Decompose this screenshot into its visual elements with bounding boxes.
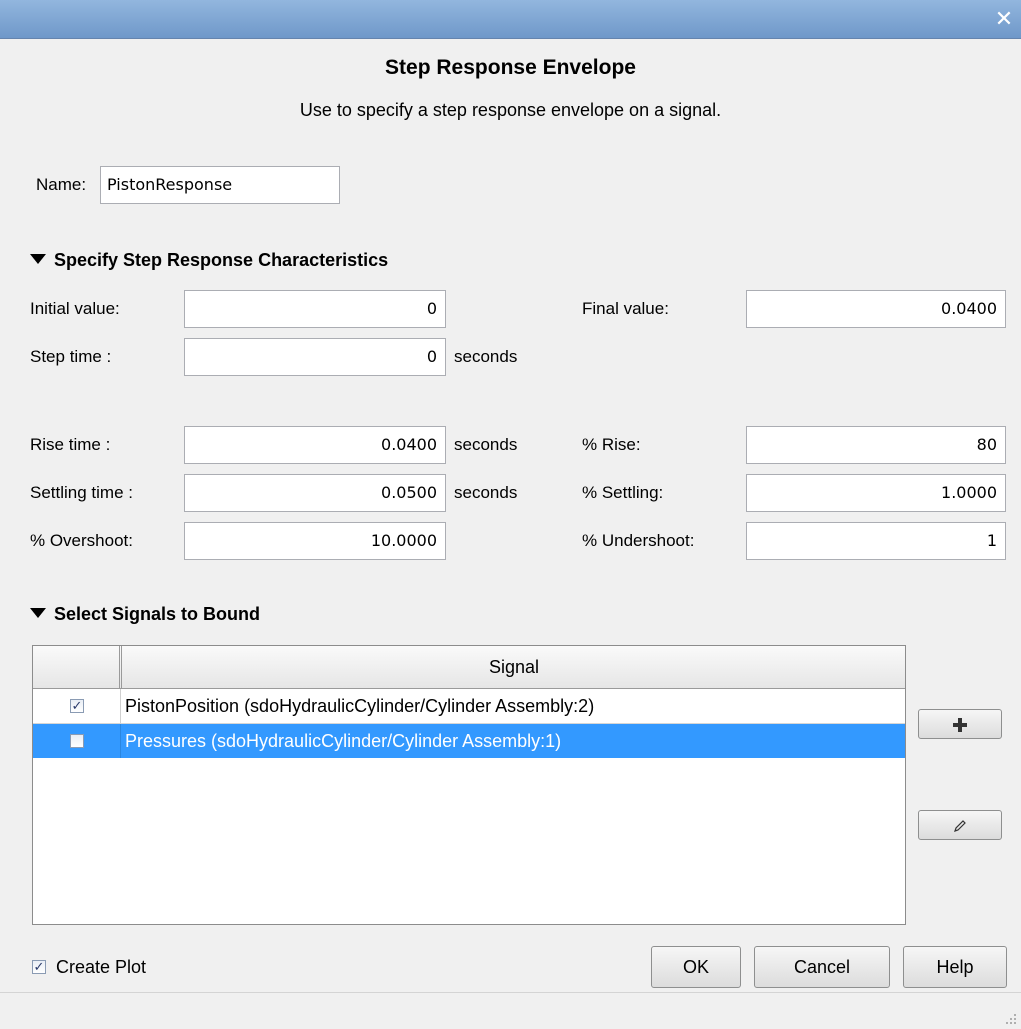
table-row[interactable]: ✓ PistonPosition (sdoHydraulicCylinder/C… bbox=[33, 689, 905, 724]
step-time-unit: seconds bbox=[454, 347, 518, 366]
expand-triangle-icon bbox=[30, 254, 46, 264]
percent-overshoot-field[interactable]: 10.0000 bbox=[184, 522, 446, 560]
edit-signal-button[interactable] bbox=[918, 810, 1002, 840]
settling-time-field[interactable]: 0.0500 bbox=[184, 474, 446, 512]
signals-section-title: Select Signals to Bound bbox=[54, 604, 261, 624]
expand-triangle-icon bbox=[30, 608, 46, 618]
check-column-header[interactable] bbox=[33, 646, 120, 688]
settling-time-unit: seconds bbox=[454, 483, 518, 502]
status-bar bbox=[0, 992, 1021, 1029]
plus-icon bbox=[953, 718, 967, 733]
help-button[interactable]: Help bbox=[903, 946, 1007, 988]
percent-rise-field[interactable]: 80 bbox=[746, 426, 1006, 464]
signals-table[interactable]: Signal ✓ PistonPosition (sdoHydraulicCyl… bbox=[32, 645, 906, 925]
percent-overshoot-label: % Overshoot: bbox=[30, 531, 133, 550]
name-field[interactable]: PistonResponse bbox=[100, 166, 340, 204]
characteristics-section-title: Specify Step Response Characteristics bbox=[54, 250, 389, 270]
ok-button[interactable]: OK bbox=[651, 946, 741, 988]
initial-value-label: Initial value: bbox=[30, 299, 120, 318]
signal-2-checkbox[interactable] bbox=[70, 734, 84, 748]
percent-settling-label: % Settling: bbox=[582, 483, 664, 502]
settling-time-label: Settling time : bbox=[30, 483, 133, 502]
percent-rise-label: % Rise: bbox=[582, 435, 641, 454]
dialog-title: Step Response Envelope bbox=[385, 56, 636, 79]
window-titlebar[interactable]: ✕ bbox=[0, 0, 1021, 39]
resize-grip-icon[interactable] bbox=[1003, 1011, 1017, 1025]
rise-time-field[interactable]: 0.0400 bbox=[184, 426, 446, 464]
pencil-icon bbox=[954, 820, 966, 833]
dialog-subtitle: Use to specify a step response envelope … bbox=[299, 100, 722, 120]
percent-undershoot-field[interactable]: 1 bbox=[746, 522, 1006, 560]
signal-name: PistonPosition (sdoHydraulicCylinder/Cyl… bbox=[125, 696, 595, 716]
step-time-field[interactable]: 0 bbox=[184, 338, 446, 376]
table-header: Signal bbox=[33, 646, 905, 689]
rise-time-unit: seconds bbox=[454, 435, 518, 454]
signal-1-checkbox[interactable]: ✓ bbox=[70, 699, 84, 713]
step-time-label: Step time : bbox=[30, 347, 112, 366]
close-icon[interactable]: ✕ bbox=[991, 6, 1017, 32]
row-check-cell: ✓ bbox=[33, 689, 121, 723]
row-check-cell bbox=[33, 724, 121, 758]
percent-undershoot-label: % Undershoot: bbox=[582, 531, 695, 550]
percent-settling-field[interactable]: 1.0000 bbox=[746, 474, 1006, 512]
add-signal-button[interactable] bbox=[918, 709, 1002, 739]
signals-section-header[interactable]: Select Signals to Bound bbox=[30, 600, 260, 628]
characteristics-section-header[interactable]: Specify Step Response Characteristics bbox=[30, 246, 388, 274]
final-value-label: Final value: bbox=[582, 299, 669, 318]
cancel-button[interactable]: Cancel bbox=[754, 946, 890, 988]
table-row-selected[interactable]: Pressures (sdoHydraulicCylinder/Cylinder… bbox=[33, 724, 905, 758]
name-label: Name: bbox=[36, 175, 87, 194]
create-plot-checkbox[interactable]: ✓ bbox=[32, 960, 46, 974]
signal-name: Pressures (sdoHydraulicCylinder/Cylinder… bbox=[125, 731, 562, 751]
signal-column-header[interactable]: Signal bbox=[121, 646, 906, 688]
create-plot-label[interactable]: Create Plot bbox=[56, 951, 146, 983]
initial-value-field[interactable]: 0 bbox=[184, 290, 446, 328]
final-value-field[interactable]: 0.0400 bbox=[746, 290, 1006, 328]
rise-time-label: Rise time : bbox=[30, 435, 111, 454]
